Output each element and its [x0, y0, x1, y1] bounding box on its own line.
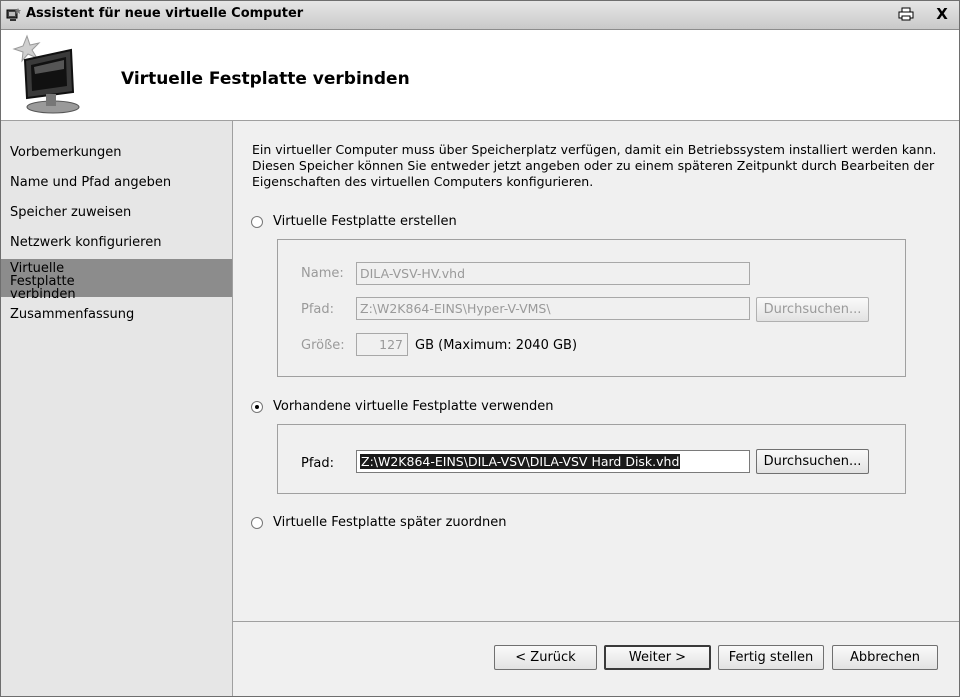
sidebar-item-netzwerk[interactable]: Netzwerk konfigurieren: [1, 235, 232, 250]
radio-existing-disk-label[interactable]: Vorhandene virtuelle Festplatte verwende…: [273, 399, 554, 414]
print-button[interactable]: [895, 5, 917, 24]
sidebar-item-vorbemerkungen[interactable]: Vorbemerkungen: [1, 145, 232, 160]
existing-disk-group: Pfad: Z:\W2K864-EINS\DILA-VSV\DILA-VSV H…: [277, 424, 906, 494]
radio-later-disk-label[interactable]: Virtuelle Festplatte später zuordnen: [273, 515, 506, 530]
wizard-steps-sidebar: Vorbemerkungen Name und Pfad angeben Spe…: [1, 121, 233, 696]
wizard-footer: < Zurück Weiter > Fertig stellen Abbrech…: [233, 621, 959, 696]
existing-path-input[interactable]: Z:\W2K864-EINS\DILA-VSV\DILA-VSV Hard Di…: [356, 450, 750, 473]
sidebar-item-speicher[interactable]: Speicher zuweisen: [1, 205, 232, 220]
wizard-window: Assistent für neue virtuelle Computer X …: [0, 0, 960, 697]
size-unit-label: GB (Maximum: 2040 GB): [415, 338, 578, 353]
wizard-header: Virtuelle Festplatte verbinden: [1, 30, 959, 121]
create-path-label: Pfad:: [301, 302, 335, 317]
title-bar: Assistent für neue virtuelle Computer X: [1, 1, 959, 30]
existing-browse-button[interactable]: Durchsuchen...: [756, 449, 869, 474]
back-button[interactable]: < Zurück: [494, 645, 597, 670]
cancel-button[interactable]: Abbrechen: [832, 645, 938, 670]
finish-button[interactable]: Fertig stellen: [718, 645, 824, 670]
size-label: Größe:: [301, 338, 345, 353]
sidebar-item-zusammenfassung[interactable]: Zusammenfassung: [1, 307, 232, 322]
radio-create-disk-label[interactable]: Virtuelle Festplatte erstellen: [273, 214, 457, 229]
next-button[interactable]: Weiter >: [604, 645, 711, 670]
radio-existing-disk[interactable]: [251, 401, 263, 413]
description-text: Ein virtueller Computer muss über Speich…: [252, 142, 937, 189]
window-title: Assistent für neue virtuelle Computer: [26, 6, 304, 21]
page-title: Virtuelle Festplatte verbinden: [121, 69, 410, 89]
existing-path-value: Z:\W2K864-EINS\DILA-VSV\DILA-VSV Hard Di…: [360, 454, 681, 469]
wizard-content: Ein virtueller Computer muss über Speich…: [233, 121, 959, 621]
radio-later-disk[interactable]: [251, 517, 263, 529]
close-icon: X: [936, 5, 948, 23]
radio-create-disk[interactable]: [251, 216, 263, 228]
virtual-computer-icon: [12, 34, 80, 114]
size-input[interactable]: 127: [356, 333, 408, 356]
create-path-input[interactable]: Z:\W2K864-EINS\Hyper-V-VMS\: [356, 297, 750, 320]
name-input[interactable]: DILA-VSV-HV.vhd: [356, 262, 750, 285]
close-button[interactable]: X: [931, 5, 953, 24]
name-label: Name:: [301, 266, 344, 281]
create-browse-button[interactable]: Durchsuchen...: [756, 297, 869, 322]
printer-icon: [898, 7, 914, 21]
sidebar-item-name-pfad[interactable]: Name und Pfad angeben: [1, 175, 232, 190]
wizard-icon: [6, 8, 21, 21]
create-disk-group: Name: DILA-VSV-HV.vhd Pfad: Z:\W2K864-EI…: [277, 239, 906, 377]
sidebar-item-festplatte[interactable]: Virtuelle Festplatte verbinden: [1, 259, 232, 301]
existing-path-label: Pfad:: [301, 456, 335, 471]
